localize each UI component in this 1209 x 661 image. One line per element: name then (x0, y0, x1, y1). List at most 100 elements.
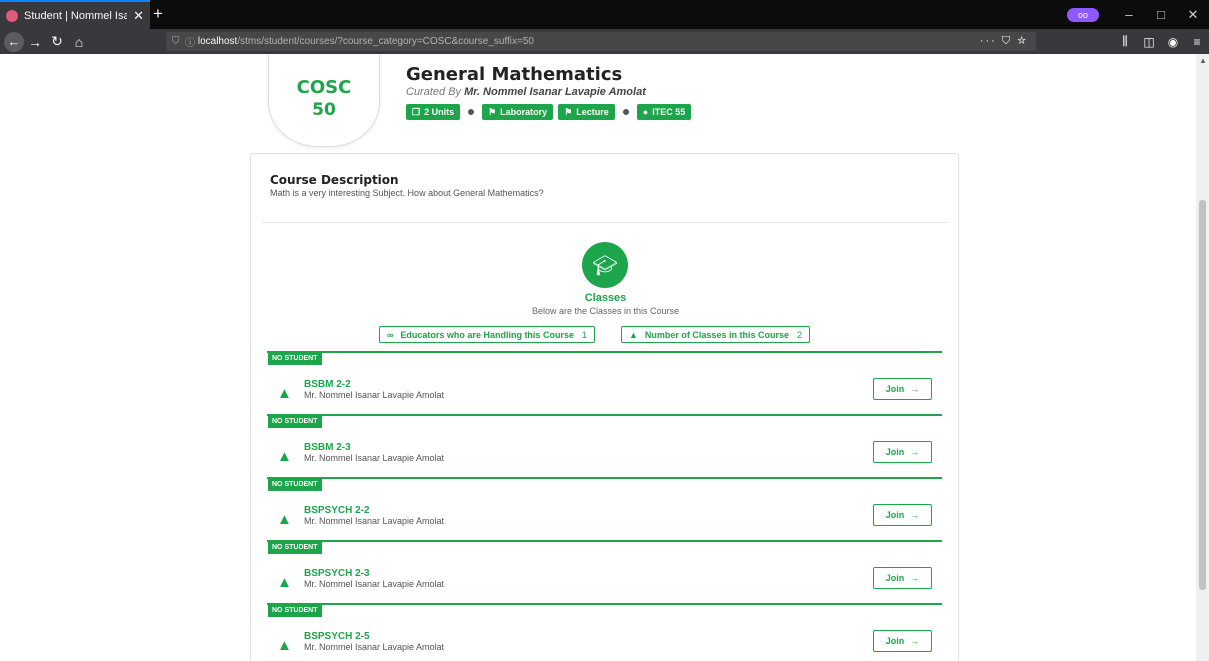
url-actions[interactable]: ··· ⛉ ☆ (980, 35, 1036, 48)
join-button[interactable]: Join → (873, 567, 932, 589)
class-teacher: Mr. Nommel Isanar Lavapie Amolat (304, 579, 445, 589)
arrow-right-icon: → (910, 384, 920, 394)
home-button[interactable]: ⌂ (68, 34, 90, 50)
graduation-cap-icon: ▲ (277, 385, 292, 402)
curated-by: Curated By Mr. Nommel Isanar Lavapie Amo… (406, 86, 691, 98)
flag-icon: ⚑ (564, 106, 573, 117)
description-title: Course Description (270, 173, 399, 187)
class-name[interactable]: BSPSYCH 2-2 (304, 505, 370, 516)
join-button[interactable]: Join → (873, 378, 932, 400)
course-category: COSC (296, 77, 352, 98)
page-scrollbar[interactable]: ▲ (1196, 54, 1209, 661)
class-row: NO STUDENT ▲ BSPSYCH 2-3 Mr. Nommel Isanar … (267, 540, 942, 603)
course-header: General Mathematics Curated By Mr. Nomme… (406, 64, 692, 120)
glasses-icon: ∞ (387, 329, 394, 340)
educators-label: Educators who are Handling this Course (400, 329, 574, 340)
tab-close-icon[interactable]: ✕ (133, 8, 144, 24)
class-row: NO STUDENT ▲ BSPSYCH 2-5 Mr. Nommel Isanar … (267, 603, 942, 661)
description-text: Math is a very interesting Subject. How … (270, 188, 544, 198)
graduation-cap-icon: ▲ (629, 329, 638, 340)
class-teacher: Mr. Nommel Isanar Lavapie Amolat (304, 516, 445, 526)
scrollbar-thumb[interactable] (1199, 200, 1206, 590)
favicon-icon (6, 9, 18, 22)
laboratory-label: Laboratory (500, 107, 548, 117)
new-tab-button[interactable]: + (153, 4, 163, 24)
join-label: Join (885, 636, 905, 646)
prerequisite-badge[interactable]: ● ITEC 55 (636, 104, 692, 120)
separator-dot (622, 109, 629, 115)
units-badge: ❐ 2 Units (406, 104, 461, 120)
url-bar[interactable]: ⛉ ⓘ localhost /stms/student/courses/?cou… (166, 32, 1036, 51)
class-teacher: Mr. Nommel Isanar Lavapie Amolat (304, 390, 445, 400)
window-controls: oo – □ ✕ (1067, 0, 1209, 29)
join-button[interactable]: Join → (873, 504, 932, 526)
arrow-right-icon: → (910, 447, 920, 457)
classes-count: 2 (796, 329, 802, 340)
join-button[interactable]: Join → (873, 630, 932, 652)
course-suffix: 50 (312, 100, 336, 120)
class-teacher: Mr. Nommel Isanar Lavapie Amolat (304, 453, 445, 463)
course-code-badge: COSC 50 (268, 54, 380, 147)
close-window-button[interactable]: ✕ (1177, 7, 1209, 23)
lecture-label: Lecture (576, 107, 609, 117)
divider (262, 222, 948, 223)
shield-icon: ⛉ (172, 36, 186, 47)
url-host: localhost (197, 36, 238, 47)
class-name[interactable]: BSBM 2-2 (304, 379, 351, 390)
curated-prefix: Curated By (406, 86, 462, 98)
status-badge: NO STUDENT (268, 605, 322, 617)
url-path: /stms/student/courses/?course_category=C… (237, 36, 534, 47)
classes-count-label: Number of Classes in this Course (644, 329, 789, 340)
minimize-button[interactable]: – (1113, 7, 1145, 22)
class-row: NO STUDENT ▲ BSBM 2-3 Mr. Nommel Isanar Lav… (267, 414, 942, 477)
arrow-right-icon: → (910, 510, 920, 520)
browser-nav-bar: ← → ↻ ⌂ ⛉ ⓘ localhost /stms/student/cour… (0, 29, 1209, 54)
course-badges: ❐ 2 Units ⚑ Laboratory ⚑ Lecture ● ITEC 55 (406, 104, 692, 120)
browser-tab[interactable]: Student | Nommel Isanar Lavap ✕ (0, 0, 150, 29)
units-label: 2 Units (424, 107, 455, 117)
separator-dot (468, 109, 475, 115)
join-label: Join (885, 447, 905, 457)
class-name[interactable]: BSPSYCH 2-5 (304, 631, 370, 642)
classes-subtitle: Below are the Classes in this Course (531, 306, 680, 316)
lecture-badge: ⚑ Lecture (558, 104, 615, 120)
educators-stat-button[interactable]: ∞ Educators who are Handling this Course… (379, 326, 595, 343)
join-label: Join (885, 384, 905, 394)
prerequisite-label: ITEC 55 (652, 107, 686, 117)
scroll-up-icon[interactable]: ▲ (1199, 56, 1207, 65)
reload-button[interactable]: ↻ (46, 33, 68, 50)
extension-icon[interactable]: oo (1067, 7, 1099, 22)
menu-icon[interactable]: ≡ (1185, 35, 1209, 49)
tab-title: Student | Nommel Isanar Lavap (24, 9, 128, 22)
join-button[interactable]: Join → (873, 441, 932, 463)
class-name[interactable]: BSPSYCH 2-3 (304, 568, 370, 579)
class-teacher: Mr. Nommel Isanar Lavapie Amolat (304, 642, 445, 652)
sidebar-icon[interactable]: ◫ (1137, 35, 1161, 49)
circle-icon: ● (642, 107, 649, 117)
class-row: NO STUDENT ▲ BSPSYCH 2-2 Mr. Nommel Isanar … (267, 477, 942, 540)
curator-name: Mr. Nommel Isanar Lavapie Amolat (464, 86, 646, 98)
graduation-cap-icon: ▲ (277, 448, 292, 465)
browser-tab-bar: Student | Nommel Isanar Lavap ✕ + oo – □… (0, 0, 1209, 29)
status-badge: NO STUDENT (268, 542, 322, 554)
arrow-right-icon: → (910, 573, 920, 583)
join-label: Join (885, 510, 905, 520)
join-label: Join (885, 573, 905, 583)
educators-count: 1 (581, 329, 587, 340)
class-name[interactable]: BSBM 2-3 (304, 442, 351, 453)
graduation-cap-icon: ▲ (277, 637, 292, 654)
graduation-cap-icon: 🎓︎ (582, 242, 628, 288)
back-button[interactable]: ← (4, 31, 24, 52)
account-icon[interactable]: ◉ (1161, 35, 1185, 49)
library-icon[interactable]: ⫼ (1113, 34, 1137, 49)
maximize-button[interactable]: □ (1145, 7, 1177, 22)
course-title: General Mathematics (406, 64, 623, 85)
laboratory-badge: ⚑ Laboratory (482, 104, 554, 120)
forward-button[interactable]: → (24, 34, 46, 50)
info-icon: ⓘ (185, 38, 198, 49)
classes-stat-button[interactable]: ▲ Number of Classes in this Course 2 (621, 326, 810, 343)
toolbar-right: ⫼ ◫ ◉ ≡ (1113, 29, 1209, 54)
status-badge: NO STUDENT (268, 416, 322, 428)
course-card: Course Description Math is a very intere… (250, 153, 959, 661)
class-row: NO STUDENT ▲ BSBM 2-2 Mr. Nommel Isanar Lav… (267, 351, 942, 414)
